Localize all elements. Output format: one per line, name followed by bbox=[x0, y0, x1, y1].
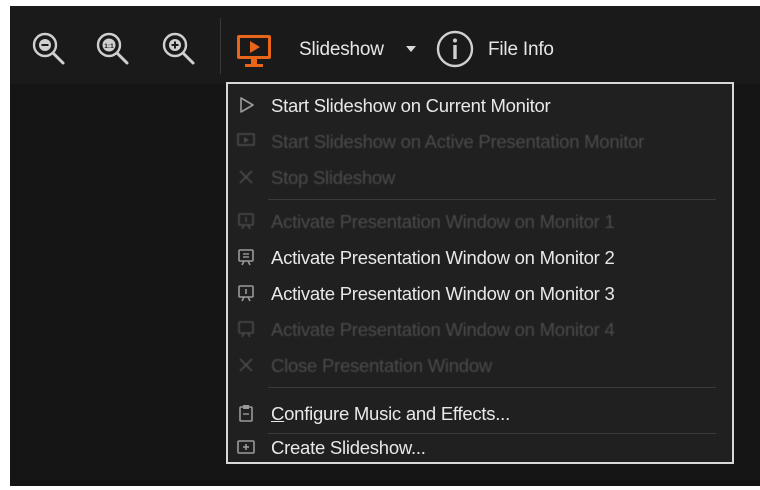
menu-item-start-slideshow-active-monitor[interactable]: Start Slideshow on Active Presentation M… bbox=[228, 125, 732, 157]
app-window: 1:1 Slideshow File Info Start Slideshow … bbox=[10, 6, 760, 486]
menu-item-label: Start Slideshow on Active Presentation M… bbox=[271, 131, 645, 152]
presentation-window-icon bbox=[238, 285, 254, 302]
zoom-out-icon[interactable] bbox=[30, 30, 70, 70]
menu-item-activate-monitor-3[interactable]: Activate Presentation Window on Monitor … bbox=[228, 277, 732, 309]
play-outline-icon bbox=[240, 97, 254, 113]
close-icon bbox=[239, 170, 253, 184]
menu-item-label: Activate Presentation Window on Monitor … bbox=[271, 211, 615, 232]
menu-item-close-presentation-window[interactable]: Close Presentation Window bbox=[228, 349, 732, 381]
menu-item-label: Start Slideshow on Current Monitor bbox=[271, 95, 551, 116]
zoom-in-icon[interactable] bbox=[160, 30, 200, 70]
presentation-window-icon bbox=[238, 321, 254, 338]
close-icon bbox=[239, 358, 253, 372]
monitor-play-icon[interactable] bbox=[234, 32, 278, 72]
menu-item-label: Close Presentation Window bbox=[271, 355, 492, 376]
menu-item-stop-slideshow[interactable]: Stop Slideshow bbox=[228, 161, 732, 193]
info-icon[interactable] bbox=[434, 28, 478, 72]
file-info-button-label[interactable]: File Info bbox=[488, 39, 554, 61]
menu-item-label: Create Slideshow... bbox=[271, 437, 426, 458]
slideshow-dropdown-menu: Start Slideshow on Current Monitor Start… bbox=[226, 82, 734, 464]
zoom-actual-size-icon[interactable]: 1:1 bbox=[94, 30, 134, 70]
menu-item-label: Activate Presentation Window on Monitor … bbox=[271, 247, 615, 268]
svg-text:1:1: 1:1 bbox=[104, 43, 114, 50]
menu-item-label: Configure Music and Effects... bbox=[271, 403, 510, 424]
menu-item-start-slideshow-current[interactable]: Start Slideshow on Current Monitor bbox=[228, 89, 732, 121]
chevron-down-icon[interactable] bbox=[406, 46, 416, 52]
create-slideshow-icon bbox=[237, 440, 255, 454]
menu-item-label: Activate Presentation Window on Monitor … bbox=[271, 319, 615, 340]
menu-item-activate-monitor-2[interactable]: Activate Presentation Window on Monitor … bbox=[228, 241, 732, 273]
slideshow-button-label[interactable]: Slideshow bbox=[299, 39, 384, 61]
presentation-window-icon bbox=[238, 213, 254, 230]
presentation-window-icon bbox=[238, 249, 254, 266]
clipboard-icon bbox=[239, 405, 253, 422]
menu-item-label: Stop Slideshow bbox=[271, 167, 396, 188]
menu-item-activate-monitor-1[interactable]: Activate Presentation Window on Monitor … bbox=[228, 205, 732, 237]
menu-separator bbox=[268, 199, 716, 200]
menu-item-activate-monitor-4[interactable]: Activate Presentation Window on Monitor … bbox=[228, 313, 732, 345]
menu-separator bbox=[268, 387, 716, 388]
menu-item-create-slideshow[interactable]: Create Slideshow... bbox=[228, 431, 732, 463]
menu-item-configure-music-effects[interactable]: Configure Music and Effects... bbox=[228, 397, 732, 429]
menu-item-label: Activate Presentation Window on Monitor … bbox=[271, 283, 615, 304]
monitor-play-icon bbox=[237, 133, 255, 146]
toolbar: 1:1 Slideshow File Info bbox=[10, 6, 760, 84]
toolbar-separator bbox=[220, 18, 221, 74]
